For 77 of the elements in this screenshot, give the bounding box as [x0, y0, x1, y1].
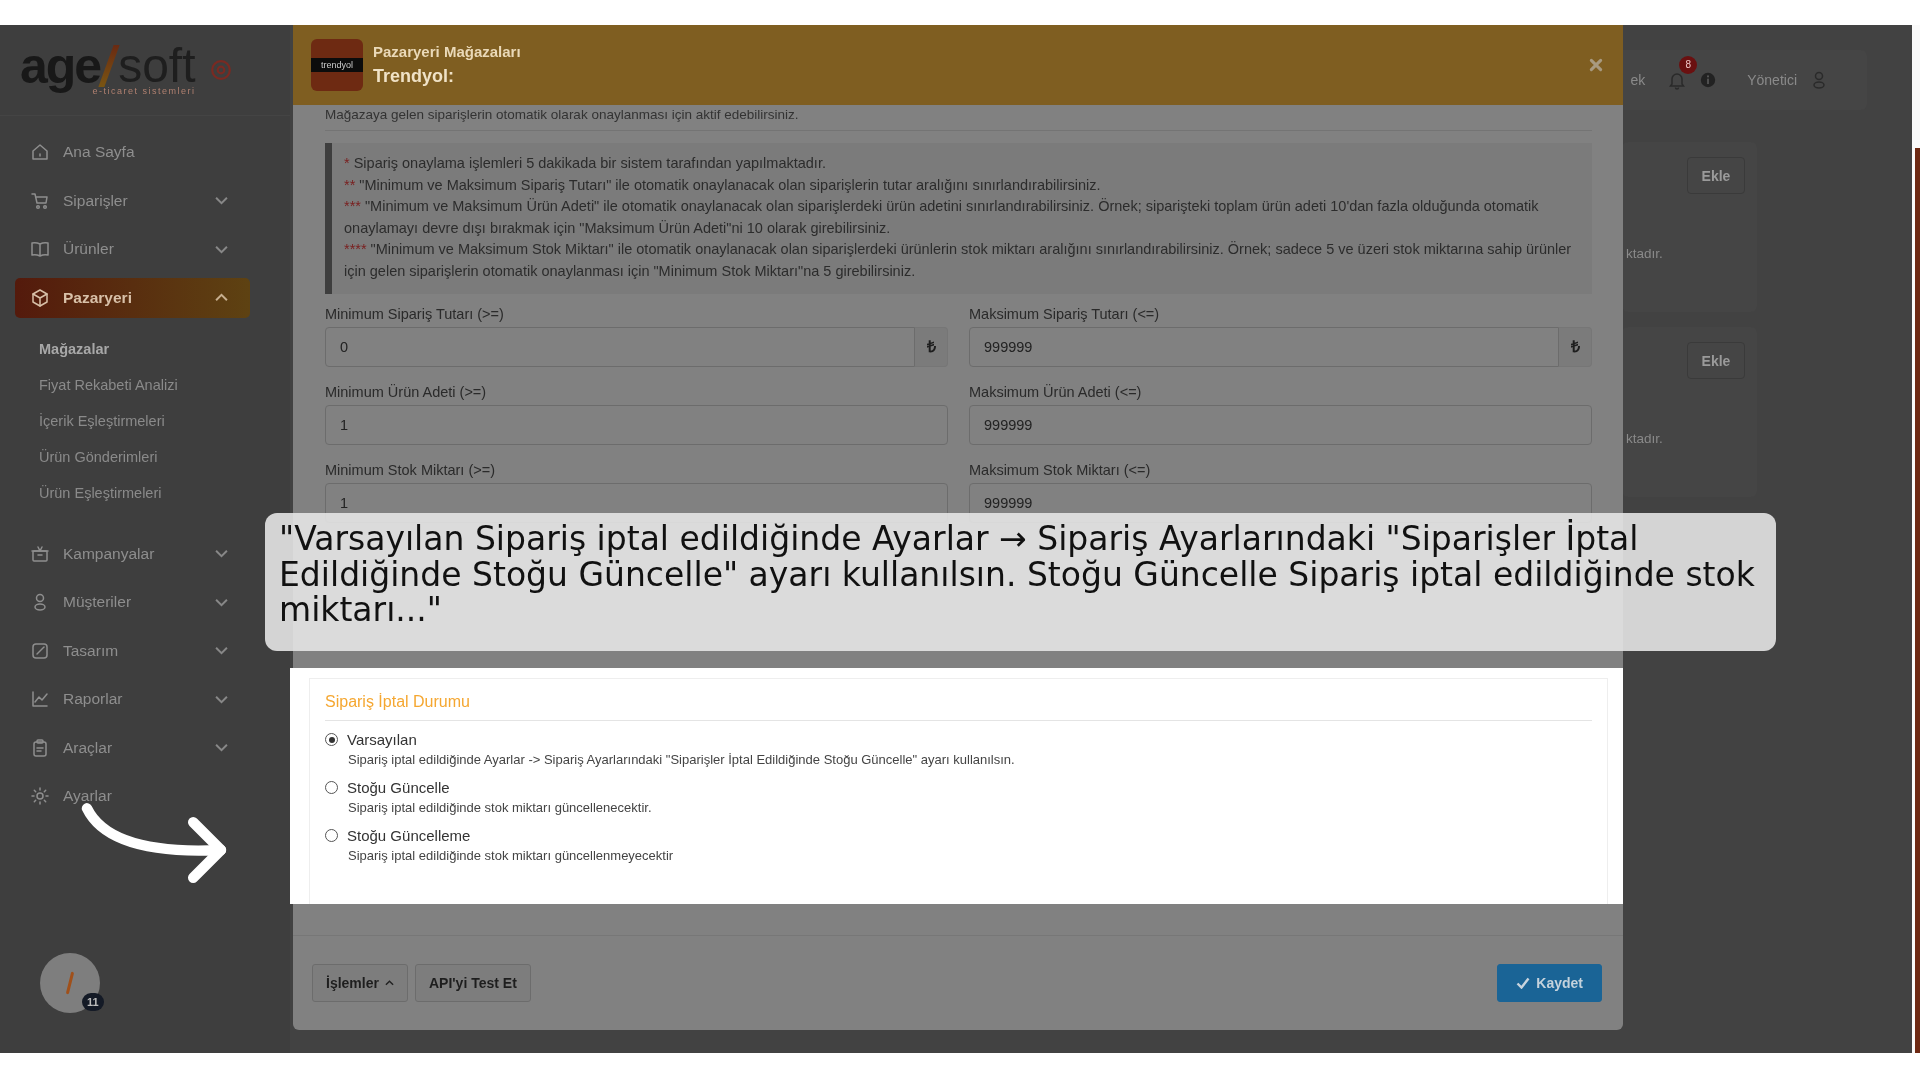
submenu-item[interactable]: Mağazalar — [39, 331, 250, 367]
modal-title: Trendyol: — [373, 66, 455, 87]
field-label: Maksimum Ürün Adeti (<=) — [969, 384, 1143, 400]
submenu-item[interactable]: İçerik Eşleştirmeleri — [39, 403, 250, 439]
submenu-item[interactable]: Fiyat Rekabeti Analizi — [39, 367, 250, 403]
chevron-icon — [215, 196, 228, 205]
check-icon — [1516, 977, 1531, 989]
nav-item[interactable]: Ayarlar — [15, 776, 250, 816]
nav-item[interactable]: Raporlar — [15, 679, 250, 719]
add-button[interactable]: Ekle — [1687, 157, 1745, 194]
chevron-icon — [215, 743, 228, 752]
notification-badge: 8 — [1679, 56, 1698, 74]
card-text: ktadır. — [1626, 431, 1663, 446]
option-description: Sipariş iptal edildiğinde stok miktarı güncellenecektir. — [348, 800, 653, 815]
field-label: Maksimum Stok Miktarı (<=) — [969, 462, 1152, 478]
input-field[interactable]: 999999 — [969, 327, 1559, 367]
chevron-icon — [215, 549, 228, 558]
caption-tooltip: "Varsayılan Sipariş iptal edildiğinde Ayarlar → Sipariş Ayarlarındaki "Siparişler İptal Edildiğinde Stoğu Güncelle" ayarı kullanılsın. Stoğu Güncelle Sipariş iptal edildiğinde stok miktarı..." — [265, 513, 1776, 651]
settings-icon — [30, 786, 50, 806]
chevron-icon — [215, 694, 228, 704]
field-label: Maksimum Sipariş Tutarı (<=) — [969, 306, 1161, 322]
box-icon — [30, 287, 50, 308]
submenu-item[interactable]: Ürün Gönderimleri — [39, 439, 250, 475]
note-text: *** "Minimum ve Maksimum Ürün Adeti" ile otomatik onaylanacak olan siparişlerdeki ürün adetini sınırlandırabilirsiniz. Örnek; siparişteki toplam ürün adeti 10'dan fazla olduğunda otomatik onaylamayı devre dışı bırakmak için "Maksimum Ürün Adeti"ni 10 olarak girebilirsiniz. — [344, 197, 1540, 238]
user-name[interactable]: Yönetici — [1747, 72, 1797, 88]
field-label: Minimum Sipariş Tutarı (>=) — [325, 306, 505, 322]
avatar[interactable] — [40, 953, 100, 1013]
store-logo: trendyol — [311, 39, 363, 91]
close-icon[interactable] — [1589, 58, 1603, 72]
modal-subtitle: Pazaryeri Mağazaları — [373, 43, 522, 60]
chevron-icon — [215, 646, 228, 655]
option-description: Sipariş iptal edildiğinde Ayarlar -> Sipariş Ayarlarındaki "Siparişler İptal Edildiğinde Stoğu Güncelle" ayarı kullanılsın. — [348, 752, 1016, 767]
clipboard-icon — [30, 737, 50, 758]
nav-item[interactable]: Siparişler — [15, 180, 250, 221]
book-icon — [30, 239, 50, 259]
note-text: ** "Minimum ve Maksimum Sipariş Tutarı" ile otomatik onaylanacak olan siparişlerin tutar aralığını sınırlandırabilirsiniz. — [344, 175, 1102, 195]
option-label[interactable]: Stoğu Güncelleme — [347, 827, 471, 844]
count-badge: 11 — [82, 993, 104, 1011]
currency-addon: ₺ — [1559, 327, 1592, 367]
nav-item[interactable]: Müşteriler — [15, 582, 250, 622]
input-field[interactable]: 0 — [325, 327, 915, 367]
chevron-icon — [215, 597, 228, 607]
add-button[interactable]: Ekle — [1687, 342, 1745, 379]
option-label[interactable]: Varsayılan — [347, 731, 417, 748]
nav-item[interactable]: Araçlar — [15, 727, 250, 768]
actions-button[interactable]: İşlemler — [312, 964, 408, 1002]
nav-item[interactable]: Pazaryeri — [15, 277, 250, 318]
input-field[interactable]: 999999 — [969, 405, 1592, 445]
option-description: Sipariş iptal edildiğinde stok miktarı güncellenmeyecektir — [348, 848, 675, 863]
cart-icon — [30, 190, 50, 211]
test-button[interactable]: API'yi Test Et — [414, 964, 531, 1002]
submenu-item[interactable]: Ürün Eşleştirmeleri — [39, 475, 250, 511]
home-icon — [30, 142, 50, 162]
save-button[interactable]: Kaydet — [1497, 964, 1602, 1002]
chevron-icon — [215, 293, 228, 302]
note-text: **** "Minimum ve Maksimum Stok Miktarı" ile otomatik onaylanacak olan siparişlerdeki ürünlerin stok miktarı aralığını sınırlandırabilirsiniz. Örnek; sadece 5 ve üzeri stok miktarına sahip ürünler için gelen siparişlerin otomatik onaylanması için "Minimum Stok Miktarı"na 5 girebilirsiniz. — [344, 240, 1573, 281]
target-icon[interactable] — [210, 59, 232, 81]
option-label[interactable]: Stoğu Güncelle — [347, 779, 450, 796]
intro-text: Mağazaya gelen siparişlerin otomatik olarak onaylanması için aktif edebilirsiniz. — [325, 105, 1592, 131]
scrollbar[interactable] — [1915, 148, 1920, 1053]
nav-item[interactable]: Tasarım — [15, 630, 250, 671]
info-icon[interactable] — [1699, 71, 1718, 89]
chevron-icon — [215, 244, 228, 254]
field-label: Minimum Ürün Adeti (>=) — [325, 384, 488, 400]
bell-icon[interactable] — [1667, 70, 1688, 90]
caret-icon — [384, 980, 394, 986]
nav-item[interactable]: Ana Sayfa — [15, 132, 250, 172]
card-text: ktadır. — [1626, 246, 1663, 261]
chart-icon — [30, 689, 50, 709]
nav-item[interactable]: Ürünler — [15, 229, 250, 269]
field-label: Minimum Stok Miktarı (>=) — [325, 462, 496, 478]
section-title: Sipariş İptal Durumu — [325, 693, 471, 711]
header-link[interactable]: ek — [1630, 72, 1646, 88]
input-field[interactable]: 1 — [325, 405, 948, 445]
nav-item[interactable]: Kampanyalar — [15, 533, 250, 574]
note-text: * Sipariş onaylama işlemleri 5 dakikada bir sistem tarafından yapılmaktadır. — [344, 154, 827, 173]
currency-addon: ₺ — [915, 327, 948, 367]
